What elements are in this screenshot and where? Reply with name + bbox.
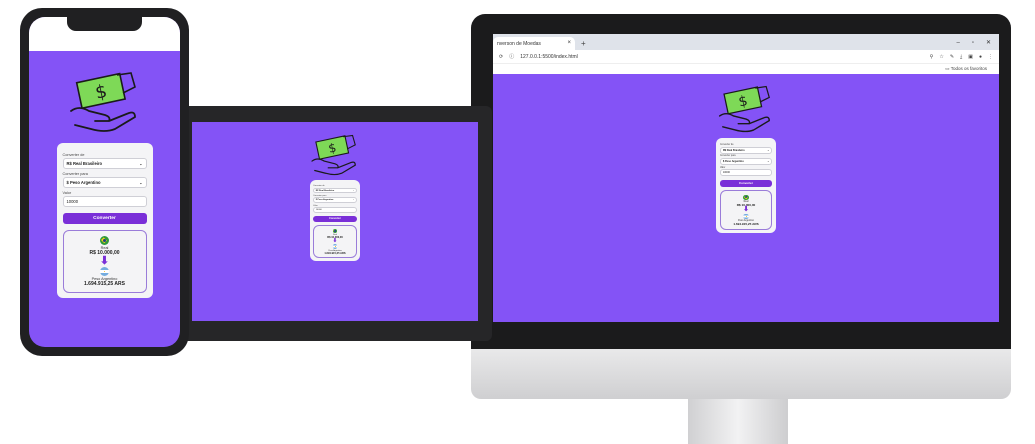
zoom-icon[interactable]: ⚲	[930, 54, 934, 60]
convert-button[interactable]: Converter	[719, 179, 773, 187]
argentina-flag-icon	[743, 213, 749, 220]
converter-app: $ Converter de R$ Real Brasileiro ⌄ Conv…	[29, 51, 180, 298]
converter-card: Converter de R$ Real Brasileiro ⌄ Conver…	[56, 143, 153, 298]
converter-card: Converter de R$ Real Brasileiro ⌄ Conver…	[310, 180, 360, 261]
to-currency-amount: 1.694.915,25 ARS	[324, 251, 346, 255]
amount-input[interactable]: 10000	[719, 169, 773, 177]
to-currency-value: $ Peso Argentino	[66, 180, 101, 185]
from-currency-select[interactable]: R$ Real Brasileiro ⌄	[719, 146, 773, 154]
amount-input[interactable]: 10000	[62, 196, 147, 207]
monitor-chin	[471, 349, 1011, 399]
maximize-button[interactable]: ▫	[972, 37, 974, 50]
browser-tab-title: nverson de Moedas	[497, 41, 541, 47]
minimize-button[interactable]: –	[956, 37, 959, 50]
phone-page-area: $ Converter de R$ Real Brasileiro ⌄ Conv…	[29, 51, 180, 347]
converter-app: $ Converter de R$ Real Brasileiro ⌄ Conv…	[493, 74, 999, 233]
phone-status-area	[29, 17, 180, 51]
phone-screen: $ Converter de R$ Real Brasileiro ⌄ Conv…	[29, 17, 180, 347]
argentina-flag-icon	[100, 267, 109, 276]
to-currency-select[interactable]: $ Peso Argentino ⌄	[313, 197, 357, 204]
from-label: Converter de	[62, 153, 85, 157]
site-info-icon[interactable]: ⓘ	[509, 53, 514, 60]
conversion-result: Real R$ 10.000,00 ⬇ Peso Argentino 1.694…	[313, 224, 357, 259]
tablet-screen: $ Converter de R$ Real Brasileiro ⌄ Conv…	[192, 122, 478, 321]
url-field[interactable]: 127.0.0.1:5500/index.html	[520, 54, 923, 60]
to-currency-amount: 1.694.915,25 ARS	[733, 221, 759, 226]
conversion-result: Real R$ 10.000,00 ⬇ Peso Argentino 1.694…	[62, 230, 147, 293]
window-controls: – ▫ ✕	[956, 37, 999, 50]
browser-tab-bar: nverson de Moedas × + – ▫ ✕	[493, 34, 999, 50]
money-hand-icon: $	[715, 84, 777, 134]
to-currency-value: $ Peso Argentino	[315, 199, 334, 202]
to-currency-select[interactable]: $ Peso Argentino ⌄	[719, 158, 773, 165]
desktop-monitor: nverson de Moedas × + – ▫ ✕ ⟳ ⓘ 127.0.0.…	[471, 14, 1011, 444]
new-tab-button[interactable]: +	[581, 37, 586, 50]
to-label: Converter para	[62, 172, 88, 176]
browser-tab[interactable]: nverson de Moedas ×	[493, 37, 575, 50]
from-currency-select[interactable]: R$ Real Brasileiro ⌄	[62, 158, 147, 169]
money-hand-icon: $	[308, 134, 362, 176]
convert-button[interactable]: Converter	[313, 216, 357, 222]
monitor-screen: nverson de Moedas × + – ▫ ✕ ⟳ ⓘ 127.0.0.…	[493, 34, 999, 322]
arrow-down-icon: ⬇	[99, 255, 110, 267]
brazil-flag-icon	[743, 194, 749, 201]
bookmarks-all[interactable]: Todos os favoritos	[951, 66, 987, 71]
monitor-stand	[688, 399, 788, 444]
menu-icon[interactable]: ⋮	[988, 54, 993, 60]
brazil-flag-icon	[100, 236, 109, 245]
to-currency-amount: 1.694.915,25 ARS	[84, 281, 125, 287]
to-currency-select[interactable]: $ Peso Argentino ⌄	[62, 177, 147, 188]
chevron-down-icon: ⌄	[352, 199, 355, 202]
monitor-bezel: nverson de Moedas × + – ▫ ✕ ⟳ ⓘ 127.0.0.…	[471, 14, 1011, 349]
argentina-flag-icon	[332, 244, 338, 250]
arrow-down-icon: ⬇	[743, 205, 749, 213]
brazil-flag-icon	[332, 228, 338, 234]
phone-notch	[67, 17, 142, 31]
conversion-result: Real R$ 10.000,00 ⬇ Peso Argentino 1.694…	[719, 190, 773, 230]
from-currency-value: R$ Real Brasileiro	[66, 161, 103, 166]
download-icon[interactable]: ⤓	[960, 54, 962, 60]
tab-close-icon[interactable]: ×	[567, 40, 571, 46]
tablet-device: $ Converter de R$ Real Brasileiro ⌄ Conv…	[176, 106, 492, 341]
sidebar-icon[interactable]: ▣	[968, 54, 973, 60]
money-hand-icon: $	[65, 71, 145, 133]
from-currency-value: R$ Real Brasileiro	[722, 148, 745, 152]
chevron-down-icon: ⌄	[767, 160, 770, 163]
converter-card: Converter de R$ Real Brasileiro ⌄ Conver…	[716, 138, 776, 233]
phone-device: $ Converter de R$ Real Brasileiro ⌄ Conv…	[20, 8, 189, 356]
extension-icon[interactable]: ✎	[950, 54, 954, 60]
chevron-down-icon: ⌄	[139, 180, 143, 185]
from-currency-select[interactable]: R$ Real Brasileiro ⌄	[313, 187, 357, 194]
convert-button[interactable]: Converter	[62, 213, 147, 224]
page-area: $ Converter de R$ Real Brasileiro ⌄ Conv…	[493, 74, 999, 322]
from-label: Converter de	[313, 185, 325, 188]
bookmarks-bar: ▭ Todos os favoritos	[493, 64, 999, 74]
from-currency-value: R$ Real Brasileiro	[315, 189, 335, 192]
chevron-down-icon: ⌄	[139, 161, 143, 166]
folder-icon: ▭	[945, 66, 950, 71]
amount-input[interactable]: 10000	[313, 207, 357, 213]
device-mockup-stage: nverson de Moedas × + – ▫ ✕ ⟳ ⓘ 127.0.0.…	[0, 0, 1035, 444]
from-label: Converter de	[719, 144, 734, 147]
chevron-down-icon: ⌄	[352, 189, 355, 192]
reload-icon[interactable]: ⟳	[499, 54, 503, 60]
chevron-down-icon: ⌄	[767, 149, 770, 152]
to-currency-value: $ Peso Argentino	[722, 159, 744, 163]
star-icon[interactable]: ☆	[939, 54, 943, 60]
converter-app: $ Converter de R$ Real Brasileiro ⌄ Conv…	[192, 122, 478, 261]
close-window-button[interactable]: ✕	[986, 37, 991, 50]
profile-avatar[interactable]: ●	[979, 54, 982, 60]
browser-address-bar: ⟳ ⓘ 127.0.0.1:5500/index.html ⚲ ☆ ✎ ⤓ ▣ …	[493, 50, 999, 64]
amount-label: Valor	[62, 191, 72, 195]
